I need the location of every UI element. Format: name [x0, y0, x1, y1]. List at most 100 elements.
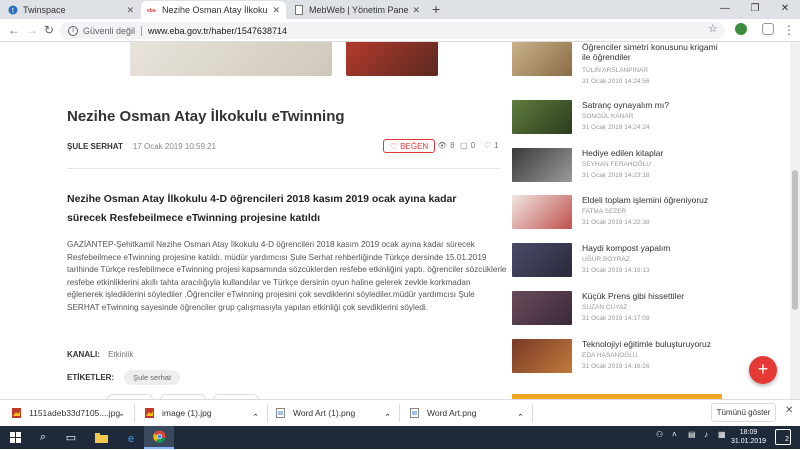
menu-dots-icon[interactable]: ⋮: [783, 21, 795, 39]
download-item[interactable]: Word Art (1).png: [276, 405, 386, 421]
document-file-icon: [410, 408, 419, 418]
like-button[interactable]: ♡ BEĞEN: [383, 139, 436, 153]
tag-chip[interactable]: Şule serhat: [124, 370, 181, 385]
news-author: SONGÜL KANAR: [582, 113, 634, 120]
tab-close-icon[interactable]: ✕: [412, 5, 420, 16]
svg-text:t: t: [12, 8, 14, 15]
profile-icon[interactable]: [762, 23, 774, 35]
forward-arrow-icon[interactable]: →: [26, 21, 38, 39]
comment-count-value: 0: [470, 141, 476, 150]
news-title[interactable]: Eldeli toplam işlemini öğreniyoruz: [582, 195, 727, 205]
tags-label: ETİKETLER:: [67, 373, 115, 382]
tab-mebweb[interactable]: MebWeb | Yönetim Paneli ✕: [288, 1, 426, 19]
download-shelf: 1151adeb33d7105....jpg ⌃ image (1).jpg ⌃…: [0, 399, 800, 426]
download-item[interactable]: 1151adeb33d7105....jpg: [12, 405, 132, 421]
news-thumbnail[interactable]: [512, 148, 572, 182]
download-item[interactable]: image (1).jpg: [145, 405, 255, 421]
news-title[interactable]: Küçük Prens gibi hissettiler: [582, 291, 727, 301]
chevron-down-icon[interactable]: ⌃: [517, 409, 524, 425]
sidebar-news-item[interactable]: Teknolojiyi eğitimle buluşturuyoruz EDA …: [512, 339, 732, 377]
windows-taskbar: ⌕ ▭ e ⚇ ˄ ▤ ♪ ▦ 18:09 31.01.2019 2: [0, 426, 800, 449]
info-icon[interactable]: i: [68, 25, 78, 36]
news-title[interactable]: Haydi kompost yapalım: [582, 243, 727, 253]
news-author: UĞUR BOYRAZ: [582, 256, 630, 263]
scrollbar-thumb[interactable]: [792, 170, 798, 310]
channel-value[interactable]: Etkinlik: [108, 350, 133, 359]
page-scrollbar[interactable]: [790, 42, 800, 399]
file-explorer-icon[interactable]: [86, 426, 116, 449]
keyboard-icon[interactable]: ▦: [718, 430, 726, 439]
twinspace-favicon-icon: t: [8, 5, 18, 15]
reload-icon[interactable]: ↻: [44, 21, 54, 39]
taskbar-clock[interactable]: 18:09 31.01.2019: [731, 428, 766, 446]
eba-favicon-icon: eba: [147, 8, 156, 14]
article-author[interactable]: ŞULE SERHAT: [67, 142, 123, 151]
tab-close-icon[interactable]: ✕: [126, 5, 134, 16]
restore-button[interactable]: ❐: [740, 0, 770, 19]
comment-count[interactable]: ▢ 0: [460, 141, 475, 150]
news-thumbnail[interactable]: [512, 243, 572, 277]
like-count-value: 1: [494, 141, 499, 150]
chevron-up-icon[interactable]: ˄: [672, 430, 677, 439]
close-window-button[interactable]: ✕: [770, 0, 800, 19]
news-title[interactable]: Satranç oynayalım mı?: [582, 100, 727, 110]
view-count-value: 8: [450, 141, 455, 150]
windows-start-icon[interactable]: [0, 426, 30, 449]
sidebar-news-item[interactable]: Hediye edilen kitaplar SEYHAN FERAHOĞLU …: [512, 148, 732, 186]
news-thumbnail[interactable]: [512, 42, 572, 76]
download-item[interactable]: Word Art.png: [410, 405, 520, 421]
svg-text:e: e: [128, 433, 134, 444]
volume-icon[interactable]: ♪: [704, 430, 708, 439]
bookmark-star-icon[interactable]: ☆: [708, 22, 718, 35]
image-file-icon: [145, 408, 154, 418]
chrome-taskbar-icon[interactable]: [144, 426, 174, 449]
back-arrow-icon[interactable]: ←: [8, 21, 20, 39]
extension-icon[interactable]: [735, 23, 747, 35]
task-view-icon[interactable]: ▭: [56, 426, 86, 449]
news-time: 31 Ocak 2019 14:19:13: [582, 267, 650, 274]
notification-center-icon[interactable]: 2: [775, 429, 791, 445]
edge-browser-icon[interactable]: e: [116, 426, 146, 449]
sidebar-news-item[interactable]: Küçük Prens gibi hissettiler SUZAN CÜYAZ…: [512, 291, 732, 329]
close-shelf-icon[interactable]: ✕: [785, 405, 793, 416]
news-title[interactable]: Hediye edilen kitaplar: [582, 148, 727, 158]
tags-row: ETİKETLER: Şule serhat: [67, 370, 181, 385]
download-separator: [399, 404, 400, 422]
news-thumbnail[interactable]: [512, 195, 572, 229]
news-time: 31 Ocak 2019 14:24:24: [582, 124, 650, 131]
sidebar-news-item[interactable]: Satranç oynayalım mı? SONGÜL KANAR 31 Oc…: [512, 100, 732, 138]
sidebar-news-item[interactable]: Haydi kompost yapalım UĞUR BOYRAZ 31 Oca…: [512, 243, 732, 281]
chevron-down-icon[interactable]: ⌃: [252, 409, 259, 425]
svg-text:eba: eba: [147, 8, 156, 14]
people-icon[interactable]: ⚇: [656, 430, 663, 439]
channel-row: KANALI: Etkinlik: [67, 350, 133, 359]
news-time: 31 Ocak 2019 14:16:26: [582, 363, 650, 370]
show-all-downloads-button[interactable]: Tümünü göster: [711, 403, 776, 422]
new-tab-button[interactable]: +: [432, 1, 440, 17]
news-time: 31 Ocak 2019 14:22:38: [582, 219, 650, 226]
news-thumbnail[interactable]: [512, 291, 572, 325]
network-icon[interactable]: ▤: [688, 430, 696, 439]
news-thumbnail[interactable]: [512, 100, 572, 134]
news-title[interactable]: Teknolojiyi eğitimle buluşturuyoruz: [582, 339, 727, 349]
sidebar-news-item[interactable]: Eldeli toplam işlemini öğreniyoruz FATMA…: [512, 195, 732, 233]
minimize-button[interactable]: —: [710, 0, 740, 19]
add-fab-button[interactable]: +: [749, 356, 777, 384]
chevron-down-icon[interactable]: ⌃: [384, 409, 391, 425]
search-icon[interactable]: ⌕: [28, 426, 58, 449]
clock-time: 18:09: [739, 429, 758, 436]
chevron-down-icon[interactable]: ⌃: [118, 409, 125, 425]
tab-twinspace[interactable]: t Twinspace ✕: [2, 1, 140, 19]
folder-icon: [94, 432, 108, 443]
sidebar-news-item[interactable]: Öğrenciler simetri konusunu krigami ile …: [512, 42, 732, 85]
download-filename: 1151adeb33d7105....jpg: [29, 408, 121, 418]
article-date: 17 Ocak 2019 10:59:21: [132, 142, 217, 151]
news-author: SUZAN CÜYAZ: [582, 304, 628, 311]
url-text[interactable]: www.eba.gov.tr/haber/1547638714: [148, 26, 287, 36]
like-label: BEĞEN: [400, 141, 429, 151]
tab-close-icon[interactable]: ✕: [272, 5, 280, 16]
address-bar[interactable]: i Güvenli değil www.eba.gov.tr/haber/154…: [60, 22, 725, 39]
tab-eba-article[interactable]: eba Nezihe Osman Atay İlkokulu eTwi... ✕: [141, 1, 286, 19]
news-thumbnail[interactable]: [512, 339, 572, 373]
news-title[interactable]: Öğrenciler simetri konusunu krigami ile …: [582, 42, 727, 62]
